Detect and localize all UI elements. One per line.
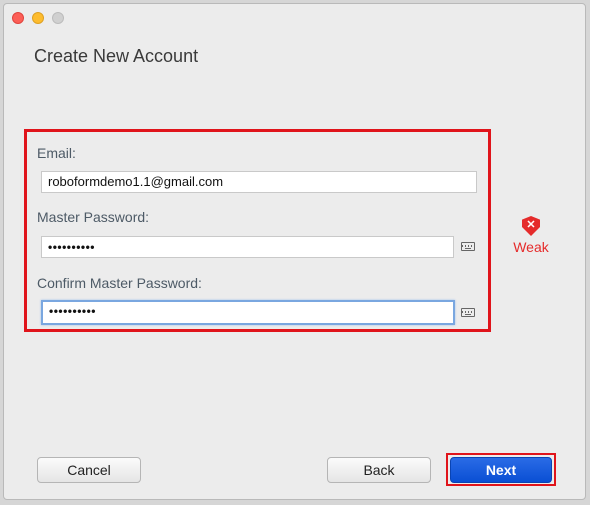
back-button[interactable]: Back <box>327 457 431 483</box>
page-title: Create New Account <box>34 46 199 66</box>
maximize-window-button[interactable] <box>52 12 64 24</box>
window-controls <box>12 12 64 24</box>
close-window-button[interactable] <box>12 12 24 24</box>
shield-x-icon: ✕ <box>522 216 540 236</box>
email-label: Email: <box>37 145 76 161</box>
confirm-password-label: Confirm Master Password: <box>37 275 202 291</box>
strength-label: Weak <box>513 239 549 255</box>
master-password-field[interactable]: •••••••••• <box>41 236 454 258</box>
master-password-label: Master Password: <box>37 209 150 225</box>
confirm-password-field[interactable]: •••••••••• <box>41 300 455 325</box>
cancel-button[interactable]: Cancel <box>37 457 141 483</box>
keyboard-icon[interactable] <box>461 308 475 317</box>
minimize-window-button[interactable] <box>32 12 44 24</box>
password-strength-indicator: ✕ Weak <box>510 216 552 255</box>
keyboard-icon[interactable] <box>461 242 475 251</box>
email-field[interactable]: roboformdemo1.1@gmail.com <box>41 171 477 193</box>
next-button[interactable]: Next <box>450 457 552 483</box>
